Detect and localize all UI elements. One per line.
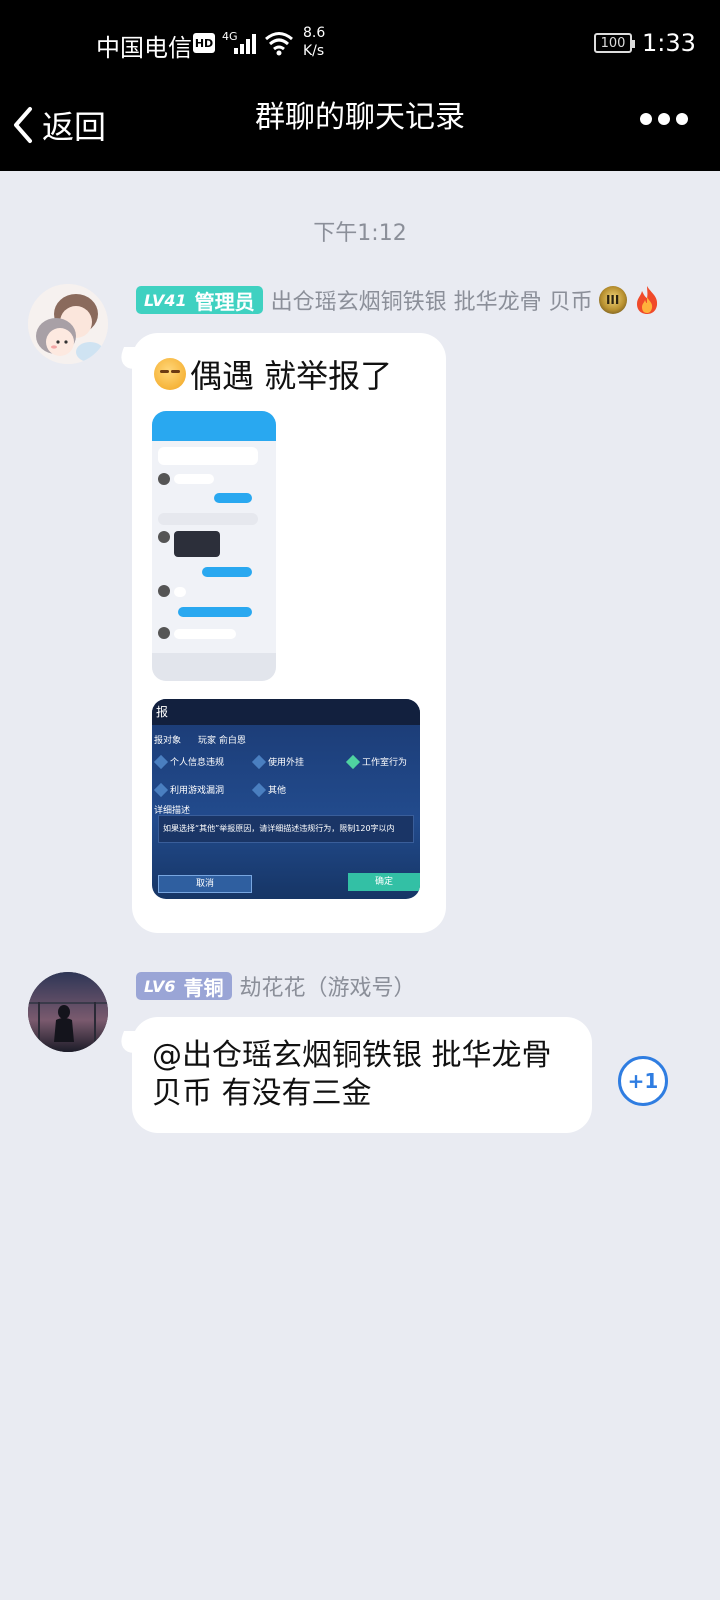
hd-icon: HD — [193, 33, 215, 53]
clock: 1:33 — [642, 29, 696, 57]
option-diamond-icon — [251, 754, 267, 770]
report-title: 报 — [152, 699, 420, 725]
report-option: 其他 — [268, 786, 287, 796]
battery-icon: 100 — [594, 33, 635, 53]
level-title: 青铜 — [183, 975, 224, 1000]
report-option: 利用游戏漏洞 — [170, 786, 225, 796]
carrier-label: 中国电信 — [96, 34, 192, 62]
report-desc-field: 如果选择“其他”举报原因，请详细描述违规行为，限制120字以内 — [158, 815, 414, 843]
report-target-value: 玩家 俞白恩 — [198, 736, 246, 746]
wifi-icon — [265, 32, 293, 56]
nav-bar: 返回 群聊的聊天记录 — [0, 86, 720, 171]
screenshot-avatar — [158, 627, 170, 639]
signal-icon — [234, 32, 260, 54]
sender-meta: LV6 青铜 劫花花（游戏号） — [136, 971, 416, 1001]
message-bubble[interactable]: @出仓瑶玄烟铜铁银 批华龙骨 贝币 有没有三金 — [132, 1017, 592, 1133]
report-option: 工作室行为 — [362, 758, 408, 768]
top-bar: 中国电信 HD 4G 8.6 K/s 100 1:33 返回 群聊的聊天记录 — [0, 0, 720, 171]
sender-nickname[interactable]: 劫花花（游戏号） — [240, 970, 416, 1002]
message-text: @出仓瑶玄烟铜铁银 批华龙骨 贝币 有没有三金 — [152, 1038, 552, 1111]
chat-screenshot-image[interactable] — [152, 411, 276, 681]
option-diamond-icon — [153, 782, 169, 798]
report-option: 使用外挂 — [268, 758, 305, 768]
report-desc-placeholder: 如果选择“其他”举报原因，请详细描述违规行为，限制120字以内 — [163, 824, 395, 833]
more-options-button[interactable] — [640, 108, 688, 130]
report-option: 个人信息违规 — [170, 758, 225, 768]
level-title: 管理员 — [194, 289, 255, 314]
page-title: 群聊的聊天记录 — [255, 100, 465, 135]
sender-meta: LV41 管理员 出仓瑶玄烟铜铁银 批华龙骨 贝币 III — [136, 285, 661, 315]
screenshot-input-bar — [152, 653, 276, 681]
option-diamond-icon — [153, 754, 169, 770]
screenshot-row — [158, 447, 258, 465]
screenshot-row — [174, 587, 186, 597]
fire-icon — [636, 286, 657, 314]
option-diamond-icon — [251, 782, 267, 798]
plus-one-button[interactable]: +1 — [618, 1056, 668, 1106]
option-selected-diamond-icon — [345, 754, 361, 770]
avatar[interactable] — [28, 972, 108, 1052]
screenshot-avatar — [158, 585, 170, 597]
more-dot-icon — [640, 113, 652, 125]
screenshot-row — [202, 567, 252, 577]
message-bubble[interactable]: 偶遇 就举报了 报 报对象 玩家 俞白恩 个人信息违规 使用外挂 工作室行为 利… — [132, 333, 446, 933]
report-screenshot-image[interactable]: 报 报对象 玩家 俞白恩 个人信息违规 使用外挂 工作室行为 利用游戏漏洞 其他… — [152, 699, 420, 899]
screenshot-row — [214, 493, 252, 503]
more-dot-icon — [658, 113, 670, 125]
anime-couple-avatar-icon — [28, 284, 108, 364]
level-badge: LV41 管理员 — [136, 286, 263, 314]
speed-unit: K/s — [303, 43, 325, 59]
screenshot-avatar — [158, 473, 170, 485]
report-cancel-button: 取消 — [158, 875, 252, 893]
avatar[interactable] — [28, 284, 108, 364]
screenshot-row — [174, 629, 236, 639]
message-text-content: 偶遇 就举报了 — [190, 357, 393, 395]
speed-value: 8.6 — [303, 25, 326, 41]
screenshot-row — [174, 474, 214, 484]
report-confirm-button: 确定 — [348, 873, 420, 891]
status-bar: 中国电信 HD 4G 8.6 K/s 100 1:33 — [0, 0, 720, 86]
level-number: LV6 — [144, 976, 176, 996]
screenshot-header — [152, 411, 276, 441]
screenshot-row — [158, 513, 258, 525]
message-text: 偶遇 就举报了 — [154, 351, 392, 397]
screenshot-row — [178, 607, 252, 617]
level-number: LV41 — [144, 290, 187, 310]
silhouette-avatar-icon — [28, 972, 108, 1052]
screenshot-card — [174, 531, 220, 557]
time-separator: 下午1:12 — [313, 221, 407, 246]
level-badge: LV6 青铜 — [136, 972, 232, 1000]
medal-iii-icon: III — [598, 286, 627, 314]
screenshot-avatar — [158, 531, 170, 543]
report-target-label: 报对象 — [154, 736, 182, 746]
sleepy-face-emoji-icon — [154, 358, 186, 390]
more-dot-icon — [676, 113, 688, 125]
network-speed: 8.6 K/s — [303, 24, 325, 60]
sender-nickname[interactable]: 出仓瑶玄烟铜铁银 批华龙骨 贝币 — [271, 284, 593, 316]
